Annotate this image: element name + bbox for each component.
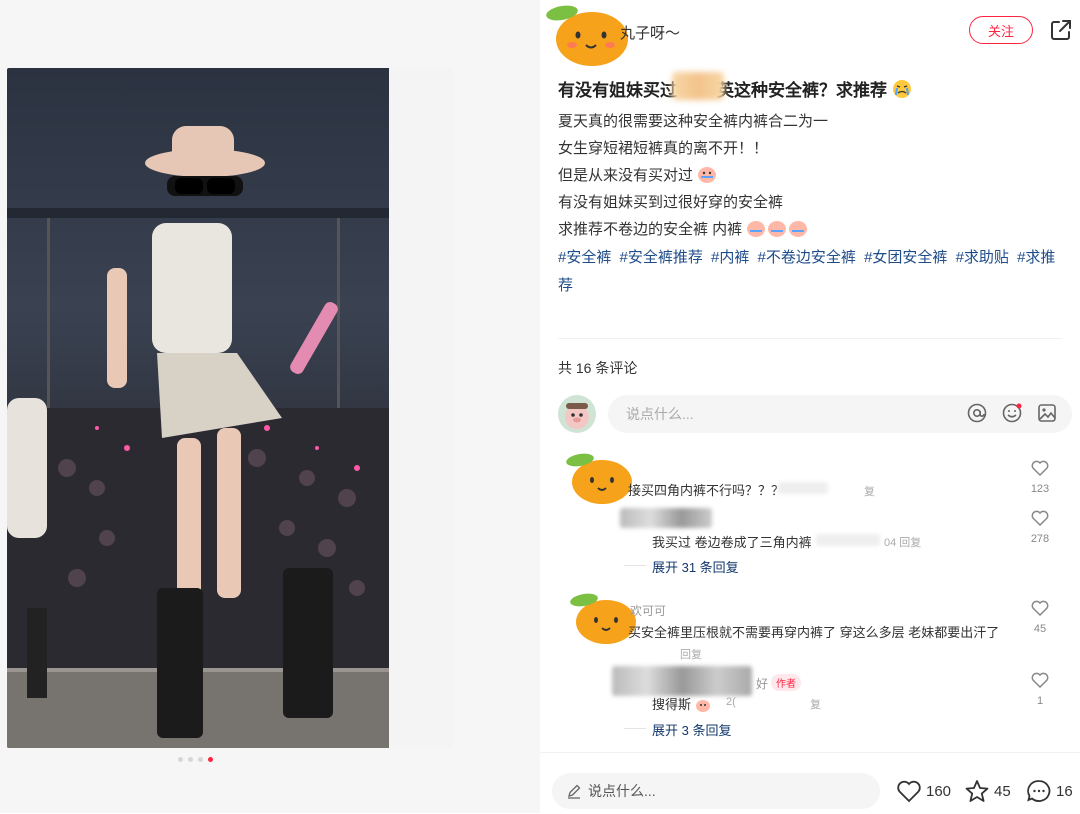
- sweat-emoji-icon: [695, 700, 710, 712]
- body-line: 但是从来没有买对过: [558, 162, 1068, 189]
- pen-icon: [568, 784, 581, 799]
- comment-input[interactable]: 说点什么...: [608, 395, 1072, 433]
- author-name[interactable]: 丸子呀～: [620, 22, 680, 43]
- mention-icon[interactable]: [966, 402, 988, 424]
- heart-icon[interactable]: [1031, 460, 1049, 477]
- hashtag-link[interactable]: #安全裤: [558, 249, 611, 266]
- author-badge: 作者: [771, 674, 802, 691]
- collect-count: 45: [994, 782, 1011, 800]
- reply-button[interactable]: 复: [810, 696, 821, 712]
- reply-text-content: 搜得斯: [652, 697, 692, 712]
- media-panel: [0, 0, 540, 813]
- bottom-input-placeholder: 说点什么...: [588, 783, 656, 799]
- comment-like[interactable]: 123: [1028, 460, 1052, 495]
- comment-like[interactable]: 45: [1028, 600, 1052, 635]
- expand-divider: [624, 565, 646, 566]
- expand-replies-button[interactable]: 展开 3 条回复: [652, 720, 731, 739]
- redacted-date: [778, 482, 828, 494]
- heart-icon[interactable]: [1031, 672, 1049, 689]
- hashtag-link[interactable]: #不卷边安全裤: [758, 249, 856, 266]
- reply-like[interactable]: 1: [1028, 672, 1052, 707]
- comments-count: 共 16 条评论: [558, 360, 638, 376]
- commenter-avatar-sticker-icon[interactable]: [566, 592, 636, 646]
- comment-item: 接买四角内裤不行吗？？？ 复 123 我买过 卷边卷成了三角内裤 04 回复 2…: [540, 452, 1080, 582]
- redacted-reply-user: [612, 666, 752, 696]
- expand-replies-button[interactable]: 展开 31 条回复: [652, 557, 739, 576]
- star-icon[interactable]: [964, 779, 990, 803]
- my-avatar[interactable]: [558, 395, 596, 433]
- carousel-dot[interactable]: [188, 757, 193, 762]
- heart-icon[interactable]: [1031, 510, 1049, 527]
- concert-photo: [7, 68, 453, 748]
- collect-stat[interactable]: 45: [964, 779, 1011, 803]
- image-upload-icon[interactable]: [1036, 402, 1058, 424]
- reply-button[interactable]: 复: [864, 483, 875, 499]
- commenter-name[interactable]: 欢可可: [630, 602, 666, 619]
- body-line-text: 但是从来没有买对过: [558, 167, 694, 184]
- reply-author-name-tail: 好: [756, 677, 769, 691]
- like-stat[interactable]: 160: [896, 779, 951, 803]
- carousel-dots[interactable]: [178, 757, 213, 762]
- reply-like[interactable]: 278: [1028, 510, 1052, 545]
- reply-author-name[interactable]: 好作者: [756, 674, 802, 692]
- bottom-action-bar: 说点什么... 160 45 16: [540, 752, 1080, 814]
- follow-button[interactable]: 关注: [969, 16, 1033, 44]
- comment-count-total: 16: [1056, 782, 1073, 800]
- hashtag-link[interactable]: #内裤: [711, 249, 749, 266]
- like-count: 1: [1036, 695, 1044, 707]
- body-line-text: 求推荐不卷边的安全裤 内裤: [558, 221, 743, 238]
- note-image[interactable]: [7, 68, 453, 748]
- hashtag-link[interactable]: #求助贴: [956, 249, 1009, 266]
- emoji-picker-icon[interactable]: [1001, 402, 1023, 424]
- user-avatar-icon: [558, 395, 596, 433]
- share-icon[interactable]: [1050, 19, 1072, 41]
- like-count: 123: [1030, 483, 1050, 495]
- heart-icon[interactable]: [1031, 600, 1049, 617]
- like-count: 278: [1030, 533, 1050, 545]
- body-line: 女生穿短裙短裤真的离不开！！: [558, 140, 769, 157]
- author-avatar-sticker-icon[interactable]: [542, 3, 628, 67]
- reply-button[interactable]: 回复: [680, 646, 702, 662]
- reply-text: 搜得斯: [652, 694, 711, 713]
- note-title-part2: 英这种安全裤？求推荐: [717, 81, 887, 100]
- reply-meta[interactable]: 04 回复: [884, 534, 921, 550]
- heart-icon[interactable]: [896, 779, 922, 803]
- like-count-total: 160: [926, 782, 952, 800]
- body-line: 求推荐不卷边的安全裤 内裤: [558, 216, 1068, 243]
- reply-meta: 2(: [726, 696, 736, 708]
- comment-bubble-icon[interactable]: [1026, 779, 1052, 803]
- carousel-dot-active[interactable]: [208, 757, 213, 762]
- comment-text: 接买四角内裤不行吗？？？: [628, 483, 785, 498]
- body-line: 有没有姐妹买到过很好穿的安全裤: [558, 194, 784, 211]
- like-count: 45: [1033, 623, 1047, 635]
- commenter-avatar-sticker-icon[interactable]: [562, 452, 632, 506]
- comment-input-placeholder: 说点什么...: [626, 406, 694, 422]
- redacted-reply-user: [620, 508, 712, 528]
- expand-divider: [624, 728, 646, 729]
- carousel-dot[interactable]: [198, 757, 203, 762]
- carousel-dot[interactable]: [178, 757, 183, 762]
- tag-list: #安全裤 #安全裤推荐 #内裤 #不卷边安全裤 #女团安全裤 #求助贴 #求推荐: [558, 244, 1068, 300]
- redacted-date: [816, 534, 880, 546]
- bottom-comment-input[interactable]: 说点什么...: [552, 773, 880, 809]
- note-title: 有没有姐妹买过 英这种安全裤？求推荐: [558, 76, 912, 101]
- divider: [558, 338, 1062, 339]
- body-line: 夏天真的很需要这种安全裤内裤合二为一: [558, 113, 829, 130]
- comment-text: 买安全裤里压根就不需要再穿内裤了 穿这么多层 老妹都要出汗了: [628, 625, 1000, 640]
- sweat-emoji-icon: [698, 167, 717, 183]
- hashtag-link[interactable]: #安全裤推荐: [620, 249, 703, 266]
- crying-emoji-icon: [892, 80, 911, 98]
- sweat-emoji-icon: [747, 221, 808, 237]
- note-detail-panel: 丸子呀～ 关注 有没有姐妹买过 英这种安全裤？求推荐 夏天真的很需要这种安全裤内裤…: [540, 0, 1080, 814]
- comment-item: 欢可可 买安全裤里压根就不需要再穿内裤了 穿这么多层 老妹都要出汗了 回复 45…: [540, 590, 1080, 740]
- reply-text: 我买过 卷边卷成了三角内裤: [652, 535, 812, 550]
- note-body: 夏天真的很需要这种安全裤内裤合二为一 女生穿短裙短裤真的离不开！！ 但是从来没有…: [558, 108, 1068, 300]
- title-redaction-mask: [672, 72, 724, 100]
- comment-stat[interactable]: 16: [1026, 779, 1073, 803]
- hashtag-link[interactable]: #女团安全裤: [864, 249, 947, 266]
- note-title-part1: 有没有姐妹买过: [558, 81, 677, 100]
